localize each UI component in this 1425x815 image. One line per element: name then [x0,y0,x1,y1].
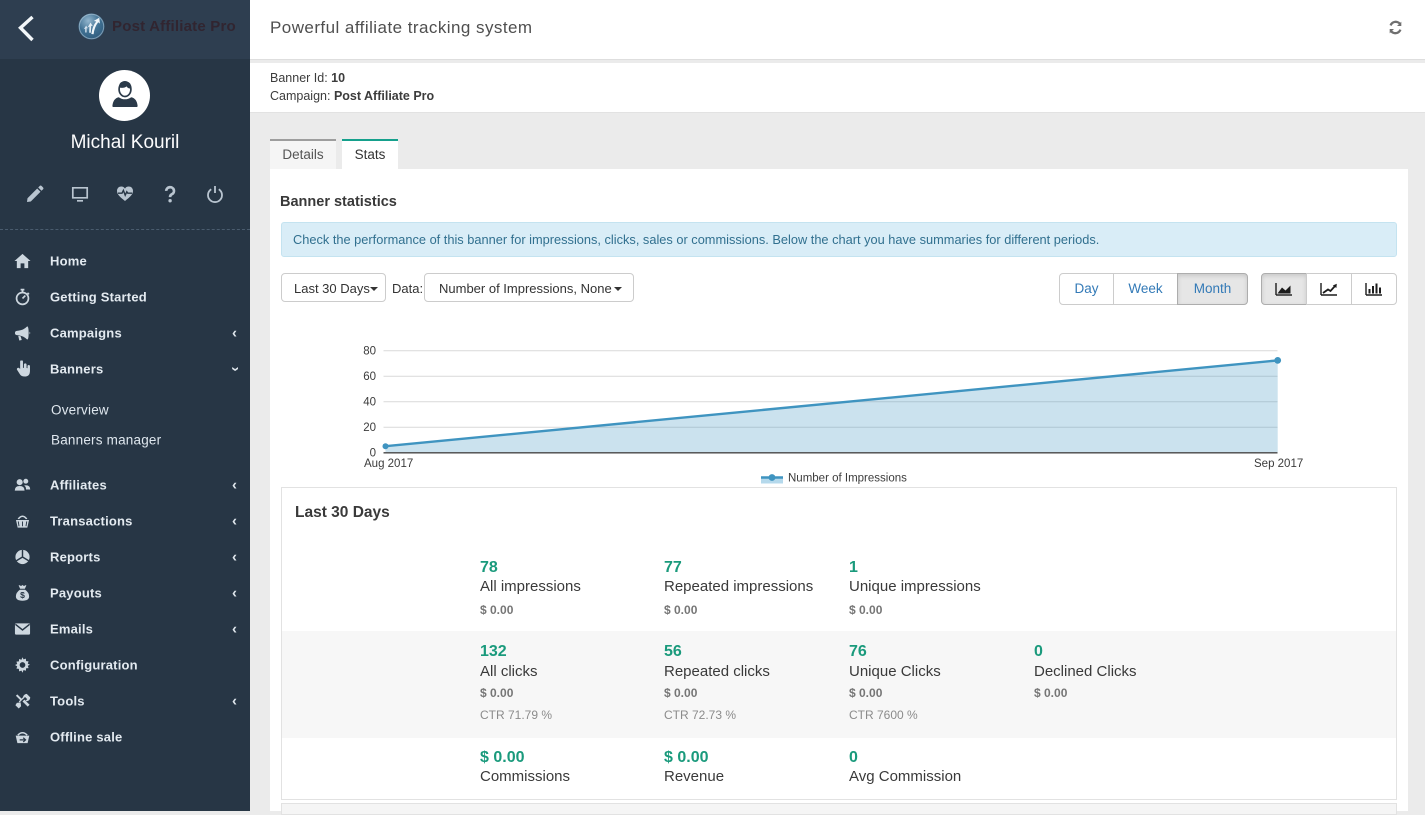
svg-text:60: 60 [363,371,376,383]
svg-text:Number of Impressions: Number of Impressions [788,473,907,485]
svg-text:20: 20 [363,422,376,434]
svg-text:80: 80 [363,346,376,358]
svg-text:40: 40 [363,397,376,409]
svg-text:$: $ [20,590,25,600]
svg-text:Sep 2017: Sep 2017 [1254,458,1303,470]
svg-text:Aug 2017: Aug 2017 [364,458,413,470]
